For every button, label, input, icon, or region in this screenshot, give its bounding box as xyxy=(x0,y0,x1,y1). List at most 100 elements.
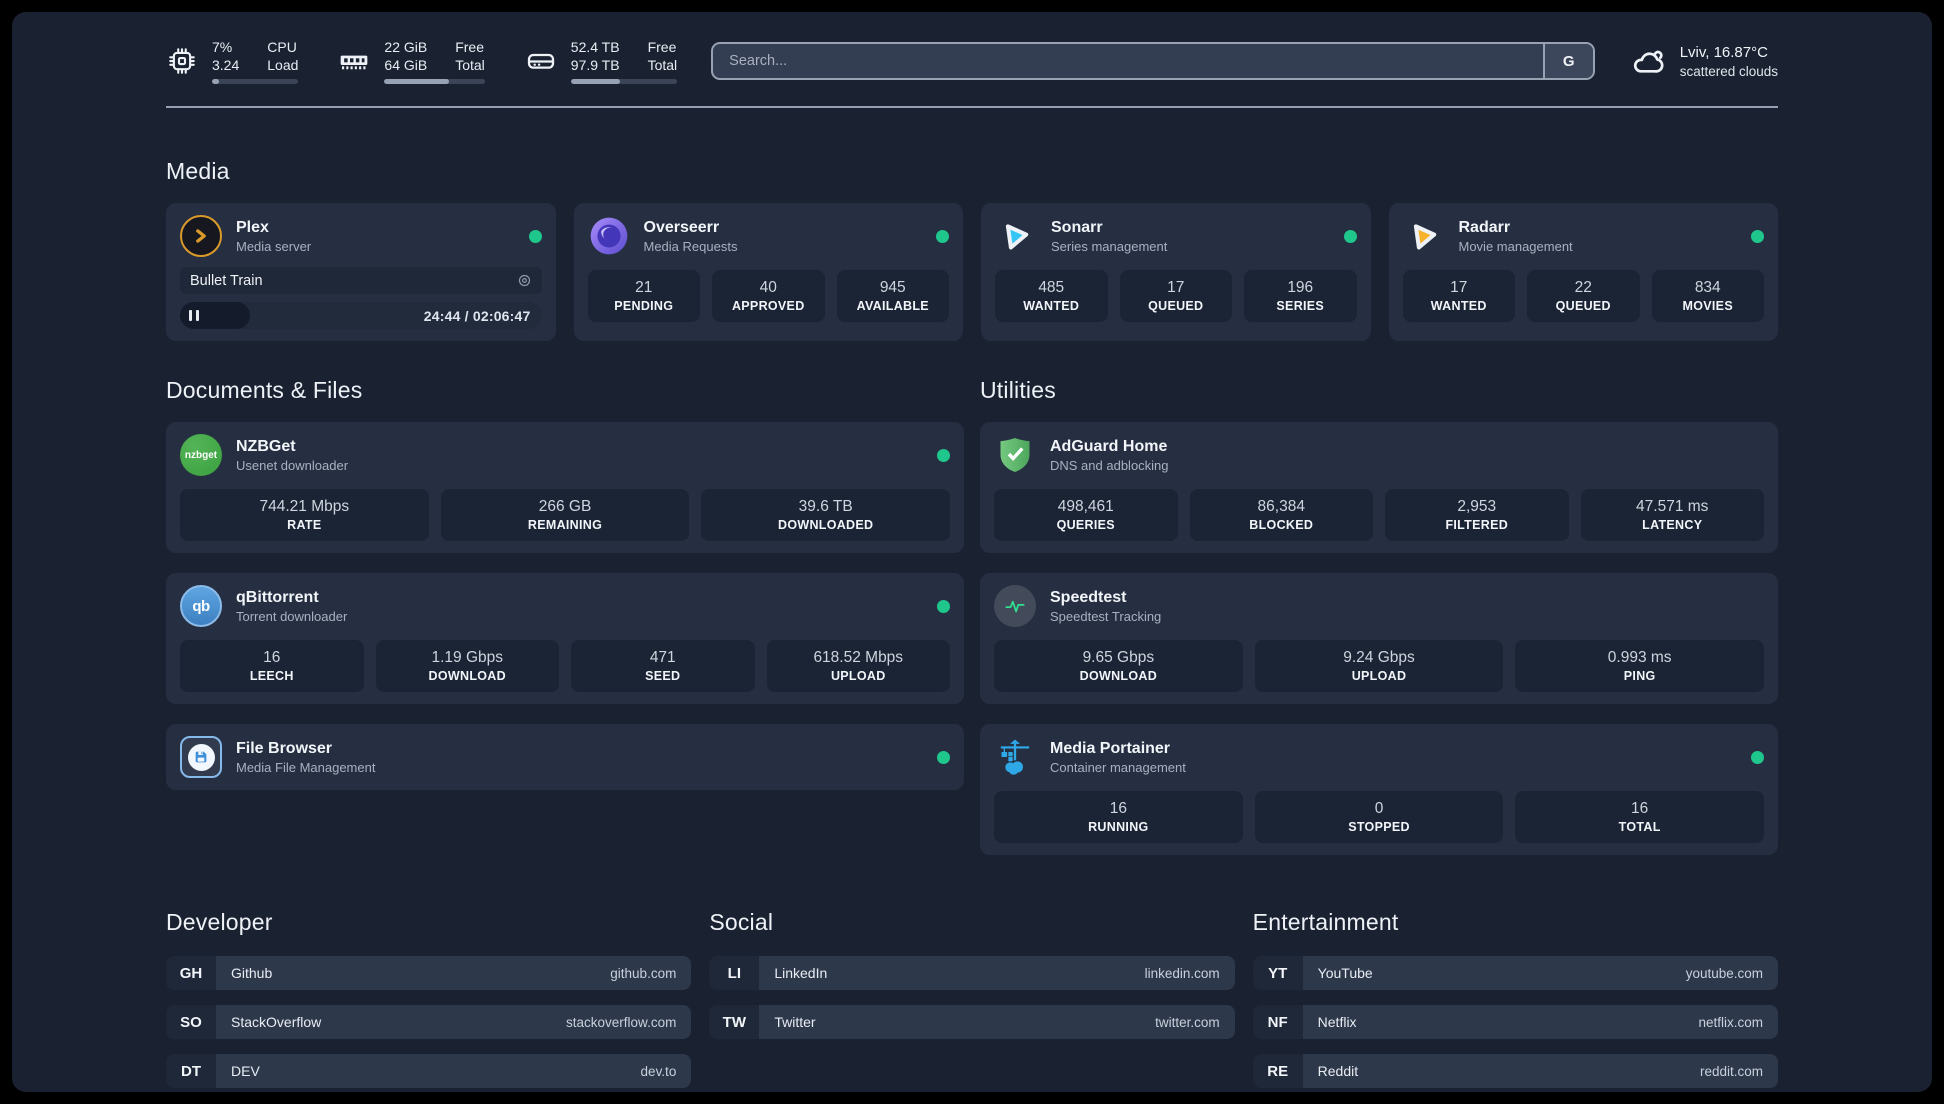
adguard-icon xyxy=(994,434,1036,476)
app-card-adguard[interactable]: AdGuard Home DNS and adblocking 498,461 … xyxy=(980,422,1778,553)
stat-value: 266 GB xyxy=(538,498,592,515)
status-dot xyxy=(937,448,950,462)
memory-progress-fill xyxy=(384,79,449,84)
stat-value: 39.6 TB xyxy=(798,498,853,515)
stat-box-downloaded: 39.6 TB DOWNLOADED xyxy=(701,489,951,541)
memory-total-label: Total xyxy=(455,57,485,73)
app-name: Sonarr xyxy=(1051,219,1103,236)
app-name: Media Portainer xyxy=(1050,740,1171,757)
bookmark-youtube[interactable]: YT YouTube youtube.com xyxy=(1252,956,1778,990)
stat-box-blocked: 86,384 BLOCKED xyxy=(1189,489,1373,541)
app-card-qbittorrent[interactable]: qb qBittorrent Torrent downloader 16 LEE… xyxy=(166,573,964,704)
stat-box-queued: 17 QUEUED xyxy=(1119,270,1232,322)
stat-box-upload: 618.52 Mbps UPLOAD xyxy=(766,640,950,692)
stat-label: LEECH xyxy=(249,669,294,683)
bookmark-abbr: LI xyxy=(709,956,760,990)
search-engine-button[interactable]: G xyxy=(1542,44,1593,78)
stat-value: 86,384 xyxy=(1257,498,1305,515)
app-card-sonarr[interactable]: Sonarr Series management 485 WANTED 17 Q… xyxy=(981,203,1371,341)
memory-progress-track xyxy=(384,79,485,84)
app-card-nzbget[interactable]: nzbget NZBGet Usenet downloader 744.21 M… xyxy=(166,422,964,553)
bookmark-abbr: NF xyxy=(1252,1005,1303,1039)
plex-icon xyxy=(180,215,222,257)
app-desc: Media Requests xyxy=(643,239,738,254)
app-desc: Container management xyxy=(1050,760,1186,775)
app-card-radarr[interactable]: Radarr Movie management 17 WANTED 22 QUE… xyxy=(1388,203,1778,341)
stat-label: APPROVED xyxy=(731,299,805,313)
overseerr-icon xyxy=(588,215,630,257)
disk-progress-track xyxy=(570,79,678,84)
app-card-filebrowser[interactable]: File Browser Media File Management xyxy=(166,724,964,790)
bookmark-netflix[interactable]: NF Netflix netflix.com xyxy=(1252,1005,1778,1039)
bookmark-name: Netflix xyxy=(1317,1014,1357,1030)
cpu-icon xyxy=(166,45,198,77)
bookmark-section-developer: Developer GH Github github.com SO StackO… xyxy=(166,909,692,1088)
screenshot-frame: 7% 3.24 CPU Load 22 GiB 64 GiB Free Tota… xyxy=(0,0,1944,1104)
bookmark-twitter[interactable]: TW Twitter twitter.com xyxy=(709,1005,1235,1039)
disk-icon xyxy=(525,45,557,77)
stat-label: MOVIES xyxy=(1682,299,1733,313)
app-card-portainer[interactable]: Media Portainer Container management 16 … xyxy=(980,724,1778,855)
stat-label: WANTED xyxy=(1023,299,1080,313)
stat-label: SEED xyxy=(645,669,681,683)
bookmark-name: DEV xyxy=(231,1063,260,1079)
section-title-utilities: Utilities xyxy=(980,377,1056,403)
stat-label: STOPPED xyxy=(1348,820,1410,834)
bookmark-dev[interactable]: DT DEV dev.to xyxy=(166,1054,692,1088)
bookmark-url: dev.to xyxy=(640,1063,677,1079)
stat-label: UPLOAD xyxy=(830,669,886,683)
app-name: Plex xyxy=(236,219,269,236)
bookmark-reddit[interactable]: RE Reddit reddit.com xyxy=(1252,1054,1778,1088)
section-media: Media Plex Media server Bullet Train 24:… xyxy=(166,158,1778,341)
portainer-icon xyxy=(994,736,1036,778)
stat-value: 9.65 Gbps xyxy=(1082,649,1155,666)
stat-box-queries: 498,461 QUERIES xyxy=(994,489,1178,541)
filebrowser-icon xyxy=(180,736,222,778)
stat-value: 22 xyxy=(1574,279,1592,296)
bookmark-stackoverflow[interactable]: SO StackOverflow stackoverflow.com xyxy=(166,1005,692,1039)
stat-label: QUEUED xyxy=(1148,299,1204,313)
stat-value: 498,461 xyxy=(1057,498,1114,515)
now-playing-title: Bullet Train xyxy=(190,272,263,289)
stat-label: WANTED xyxy=(1430,299,1487,313)
stat-label: PING xyxy=(1623,669,1656,683)
header-divider xyxy=(166,106,1778,108)
bookmark-abbr: SO xyxy=(166,1005,216,1039)
status-dot xyxy=(937,599,950,613)
stat-label: UPLOAD xyxy=(1351,669,1407,683)
memory-free-label: Free xyxy=(455,39,485,55)
bookmark-url: stackoverflow.com xyxy=(566,1014,677,1030)
bookmark-url: youtube.com xyxy=(1685,965,1763,981)
disk-stat: 52.4 TB 97.9 TB Free Total xyxy=(525,38,678,84)
webcam-icon xyxy=(517,273,532,288)
bookmark-linkedin[interactable]: LI LinkedIn linkedin.com xyxy=(709,956,1235,990)
app-card-speedtest[interactable]: Speedtest Speedtest Tracking 9.65 Gbps D… xyxy=(980,573,1778,704)
disk-progress-fill xyxy=(570,79,620,84)
stat-box-rate: 744.21 Mbps RATE xyxy=(180,489,429,541)
sonarr-icon xyxy=(995,215,1037,257)
bookmark-section-social: Social LI LinkedIn linkedin.com TW Twitt… xyxy=(709,909,1235,1088)
stat-box-movies: 834 MOVIES xyxy=(1651,270,1764,322)
bookmark-github[interactable]: GH Github github.com xyxy=(166,956,692,990)
stat-value: 16 xyxy=(1631,800,1649,817)
app-card-plex[interactable]: Plex Media server Bullet Train 24:44 / 0… xyxy=(166,203,556,341)
status-dot xyxy=(1343,229,1357,243)
stat-box-filtered: 2,953 FILTERED xyxy=(1385,489,1569,541)
stat-box-wanted: 485 WANTED xyxy=(995,270,1108,322)
app-name: Radarr xyxy=(1458,219,1511,236)
stat-label: RATE xyxy=(287,518,322,532)
stat-label: FILTERED xyxy=(1445,518,1509,532)
bookmark-abbr: DT xyxy=(166,1054,216,1088)
app-name: File Browser xyxy=(236,740,333,757)
cpu-progress-track xyxy=(212,79,299,84)
stat-value: 485 xyxy=(1038,279,1065,296)
stat-value: 945 xyxy=(879,279,906,296)
pause-icon[interactable] xyxy=(189,310,199,321)
search-input[interactable] xyxy=(713,44,1543,78)
app-card-overseerr[interactable]: Overseerr Media Requests 21 PENDING 40 A… xyxy=(573,203,963,341)
stat-label: PENDING xyxy=(614,299,674,313)
stat-value: 21 xyxy=(635,279,653,296)
stat-box-queued: 22 QUEUED xyxy=(1527,270,1640,322)
bookmark-name: YouTube xyxy=(1317,965,1373,981)
stat-value: 47.571 ms xyxy=(1636,498,1709,515)
